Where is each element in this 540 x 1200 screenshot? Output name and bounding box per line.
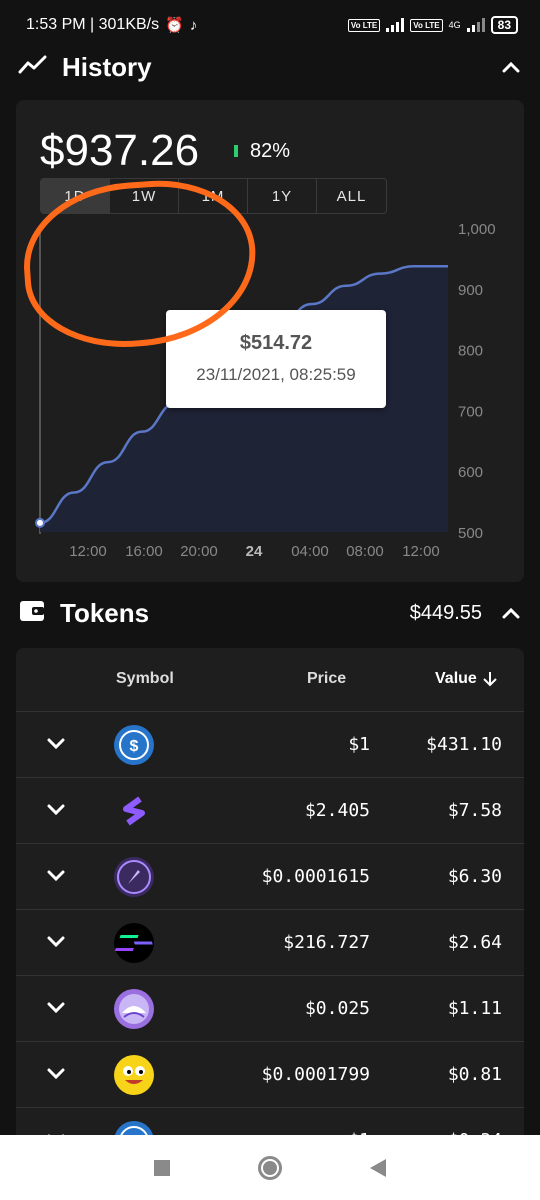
change-percent: 82%: [250, 140, 291, 162]
back-button[interactable]: [370, 1158, 386, 1177]
volte-badge-1: Vo LTE: [347, 18, 381, 32]
portfolio-value: $937.26: [40, 126, 200, 175]
sort-down-icon: [483, 672, 497, 687]
token-value: $6.30: [447, 866, 502, 887]
chevron-down-icon[interactable]: [44, 732, 68, 756]
history-header[interactable]: History: [0, 42, 540, 92]
y-tick-label: 800: [458, 343, 483, 360]
x-tick-label: 04:00: [291, 543, 329, 560]
wallet-icon: [18, 599, 46, 628]
svg-text:$: $: [130, 738, 139, 755]
x-tick-label: 12:00: [402, 543, 440, 560]
table-row[interactable]: $0.0001615 $6.30: [16, 844, 524, 910]
table-row[interactable]: $216.727 $2.64: [16, 910, 524, 976]
tokens-table: Symbol Price Value $ $1 $431.10 $2.405 $7.58…: [16, 648, 524, 1148]
battery-icon: 83: [490, 16, 518, 34]
token-price: $0.0001799: [261, 1064, 370, 1085]
y-tick-label: 700: [458, 403, 483, 420]
system-nav-bar: [0, 1135, 540, 1200]
home-button[interactable]: [258, 1155, 282, 1180]
token-price: $2.405: [304, 800, 370, 821]
network-type: 4G: [448, 20, 461, 30]
x-tick-label: 24: [246, 543, 263, 560]
chevron-down-icon[interactable]: [44, 930, 68, 954]
chevron-down-icon[interactable]: [44, 1062, 68, 1086]
tokens-title: Tokens: [60, 597, 150, 628]
tooltip-date: 23/11/2021, 08:25:59: [196, 365, 356, 384]
rocket-token-icon: [114, 857, 154, 897]
status-time: 1:53 PM | 301KB/s: [26, 16, 160, 33]
token-value: $2.64: [447, 932, 502, 953]
token-value: $431.10: [426, 734, 502, 755]
token-value: $0.81: [447, 1064, 502, 1085]
solana-icon: [114, 923, 154, 963]
chevron-up-icon[interactable]: [500, 56, 522, 78]
alarm-icon: ⏰: [165, 17, 184, 34]
tooltip-value: $514.72: [239, 332, 313, 354]
token-value: $7.58: [447, 800, 502, 821]
music-note-icon: ♪: [189, 16, 198, 34]
table-header: Symbol Price Value: [16, 648, 524, 712]
history-title: History: [62, 51, 152, 82]
table-row[interactable]: $0.025 $1.11: [16, 976, 524, 1042]
signal-icon: [386, 18, 405, 32]
chevron-down-icon[interactable]: [44, 864, 68, 888]
usdc-icon: $: [114, 725, 154, 765]
s-token-icon: [114, 791, 154, 831]
token-price: $0.0001615: [261, 866, 370, 887]
table-row[interactable]: $2.405 $7.58: [16, 778, 524, 844]
table-row[interactable]: $0.0001799 $0.81: [16, 1042, 524, 1108]
trend-icon: [18, 54, 48, 81]
history-card: $937.26 82% 1D 1W 1M 1Y ALL 1,000 900 800 7…: [16, 100, 524, 582]
x-tick-label: 08:00: [346, 543, 384, 560]
col-symbol[interactable]: Symbol: [116, 670, 174, 688]
signal-icon-2: [466, 18, 485, 32]
token-price: $0.025: [304, 998, 370, 1019]
recents-button[interactable]: [154, 1159, 170, 1176]
volte-badge-2: Vo LTE: [410, 18, 443, 32]
y-tick-label: 600: [458, 464, 483, 481]
table-row[interactable]: $ $1 $431.10: [16, 712, 524, 778]
y-tick-label: 900: [458, 282, 483, 299]
chevron-down-icon[interactable]: [44, 996, 68, 1020]
y-tick-label: 1,000: [458, 221, 496, 238]
y-tick-label: 500: [458, 525, 483, 542]
token-price: $1: [348, 734, 370, 755]
x-tick-label: 16:00: [125, 543, 163, 560]
x-tick-label: 20:00: [180, 543, 218, 560]
col-value-label: Value: [435, 670, 477, 687]
tokens-total: $449.55: [409, 601, 482, 624]
col-price[interactable]: Price: [307, 670, 346, 688]
x-tick-label: 12:00: [69, 543, 107, 560]
chevron-up-icon[interactable]: [500, 602, 522, 624]
tokens-header[interactable]: Tokens $449.55: [0, 588, 540, 638]
chart-point: [35, 517, 45, 528]
token-value: $1.11: [447, 998, 502, 1019]
col-value[interactable]: Value: [435, 670, 497, 688]
token-price: $216.727: [283, 932, 370, 953]
smiley-token-icon: [114, 1055, 154, 1095]
mountain-token-icon: [114, 989, 154, 1029]
change-indicator: [234, 145, 238, 157]
chevron-down-icon[interactable]: [44, 798, 68, 822]
